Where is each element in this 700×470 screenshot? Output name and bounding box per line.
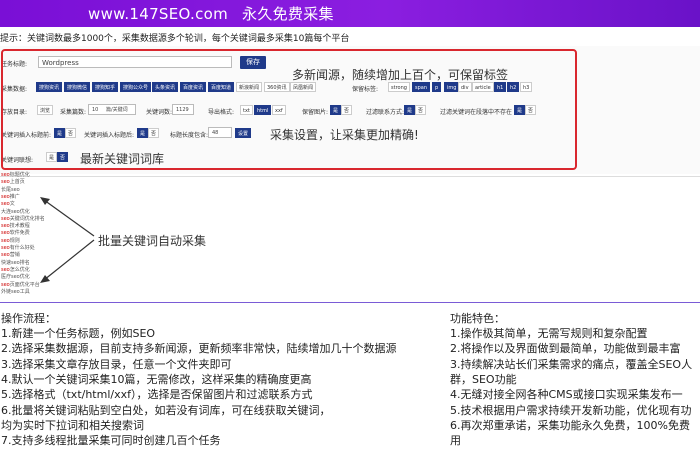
section-divider [0, 302, 700, 303]
keyword-highlight: seo [1, 215, 10, 222]
features-title: 功能特色： [450, 312, 505, 325]
feature-item: 群，SEO功能 [450, 372, 517, 386]
arrow-down-icon [43, 239, 95, 281]
keyword-item: seo怎么优化 [1, 267, 30, 273]
feature-item: 4.无缝对接全网各种CMS或接口实现采集发布一 [450, 388, 683, 402]
annotation-sources: 多新闻源，随续增加上百个，可保留标签 [292, 68, 509, 82]
keyword-rest: 营销 [9, 252, 20, 259]
keyword-rest: 长尾seo [1, 186, 20, 193]
keyword-highlight: seo [1, 179, 10, 186]
keyword-item: seo营销 [1, 252, 20, 258]
keyword-item: seo文 [1, 201, 15, 207]
divider [0, 176, 700, 177]
keyword-item: seo规则 [1, 238, 20, 244]
process-title: 操作流程： [1, 312, 56, 325]
arrow-icons [40, 197, 95, 283]
keyword-rest: 推广 [9, 193, 20, 200]
keyword-item: seo技术教程 [1, 223, 30, 229]
keyword-highlight: seo [1, 230, 10, 237]
keyword-rest: 规则 [9, 237, 20, 244]
keyword-rest: 标题优化 [9, 172, 30, 178]
process-step: 4.默认一个关键词采集10篇，无需修改，这样采集的精确度更高 [1, 372, 312, 386]
keyword-item: seo标题优化 [1, 172, 30, 178]
keyword-highlight: seo [1, 172, 10, 178]
keyword-rest: 大连seo优化 [1, 208, 30, 215]
keyword-rest: 怎么优化 [9, 266, 30, 273]
keyword-highlight: seo [1, 252, 10, 259]
keyword-highlight: seo [1, 281, 10, 288]
site-name: www.147SEO.com [88, 5, 229, 23]
tip-text: 提示：关键词数最多1000个，采集数据源多个轮训，每个关键词最多采集10篇每个平… [0, 34, 350, 44]
keyword-item: 快速seo排名 [1, 260, 30, 266]
keyword-highlight: seo [1, 266, 10, 273]
process-step: 7.支持多线程批量采集可同时创建几百个任务 [1, 434, 221, 448]
keyword-highlight: seo [1, 223, 10, 230]
keyword-item: seo上首页 [1, 179, 25, 185]
keyword-highlight: seo [1, 245, 10, 251]
process-step: 2.选择采集数据源，目前支持多新闻源，更新频率非常快，陆续增加几十个数据源 [1, 342, 397, 356]
keyword-highlight: seo [1, 201, 10, 208]
keyword-rest: 上首页 [9, 179, 25, 186]
keyword-highlight: seo [1, 193, 10, 200]
process-step: 6.批量将关键词粘贴到空白处，如若没有词库，可在线获取关键词， [1, 403, 331, 417]
banner-title: www.147SEO.com 永久免费采集 [88, 3, 334, 24]
keyword-rest: 有什么好处 [9, 245, 35, 251]
keyword-item: 外链seo工具 [1, 289, 30, 295]
feature-item: 2.将操作以及界面做到最简单，功能做到最丰富 [450, 342, 681, 356]
keyword-rest: 技术教程 [9, 223, 30, 230]
feature-item: 用 [450, 434, 461, 448]
keyword-rest: 医疗seo优化 [1, 274, 30, 281]
process-step: 5.选择格式（txt/html/xxf），选择是否保留图片和过滤联系方式 [1, 388, 313, 402]
feature-item: 3.持续解决站长们采集需求的痛点，覆盖全SEO人 [450, 357, 693, 371]
feature-item: 1.操作极其简单，无需写规则和复杂配置 [450, 327, 648, 340]
arrow-up-icon [43, 199, 95, 237]
keyword-item: 大连seo优化 [1, 209, 30, 215]
keyword-item: seo页面优化平台 [1, 282, 40, 288]
process-step: 3.选择采集文章存放目录，任意一个文件夹即可 [1, 357, 232, 371]
keyword-item: seo有什么好处 [1, 245, 35, 251]
keyword-rest: 软件免费 [9, 230, 30, 237]
top-banner: www.147SEO.com 永久免费采集 [0, 0, 700, 27]
process-step: 1.新建一个任务标题，例如SEO [1, 327, 156, 340]
annotation-settings: 采集设置，让采集更加精确! [270, 128, 419, 142]
annotation-keyword-lib: 最新关键词词库 [80, 152, 165, 166]
keyword-item: seo推广 [1, 194, 20, 200]
keyword-item: 医疗seo优化 [1, 274, 30, 280]
process-step: 均为实时下拉词和相关搜索词 [1, 418, 144, 432]
keyword-rest: 文 [9, 201, 15, 208]
feature-item: 5.技术根据用户需求持续开发新功能，优化现有功 [450, 403, 692, 417]
feature-item: 6.再次郑重承诺，采集功能永久免费，100%免费 [450, 418, 690, 432]
keyword-rest: 快速seo排名 [1, 259, 30, 266]
banner-slogan: 永久免费采集 [242, 5, 334, 23]
keyword-item: seo软件免费 [1, 230, 30, 236]
annotation-batch-keywords: 批量关键词自动采集 [98, 234, 207, 248]
keyword-highlight: seo [1, 237, 10, 244]
keyword-item: 长尾seo [1, 187, 20, 193]
keyword-rest: 外链seo工具 [1, 288, 30, 295]
